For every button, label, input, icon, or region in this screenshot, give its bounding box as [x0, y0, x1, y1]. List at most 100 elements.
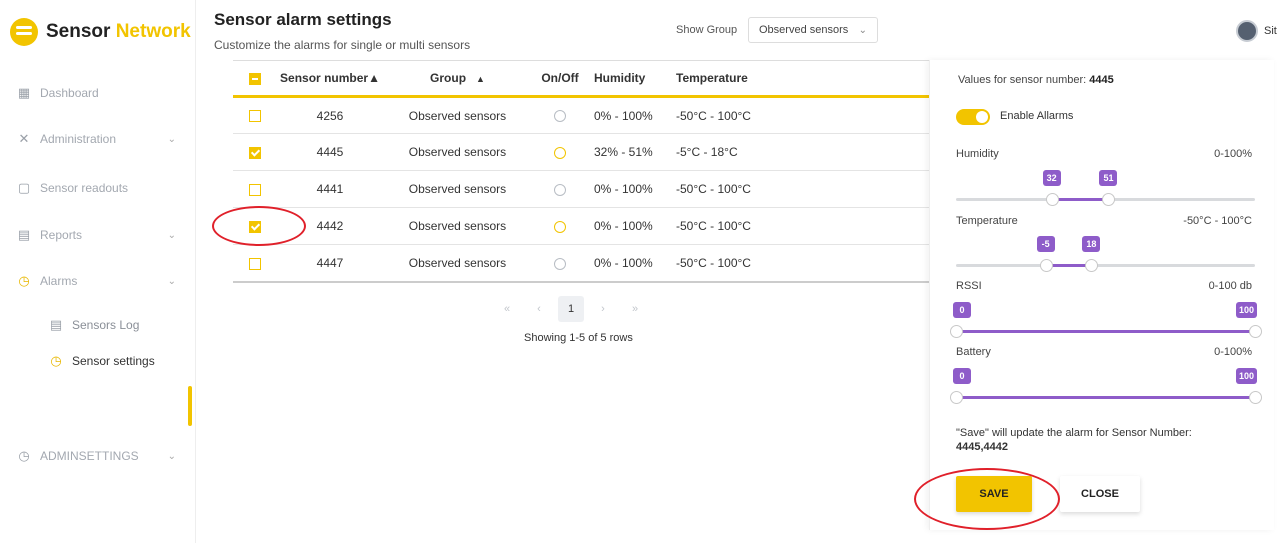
row-select-cell	[233, 170, 275, 208]
alarm-clock-icon[interactable]	[554, 146, 566, 159]
user-menu[interactable]: Sit	[1236, 20, 1277, 42]
battery-label: Battery	[956, 346, 991, 358]
temperature-slider[interactable]: -5 18	[956, 236, 1255, 272]
pagination-first-button[interactable]: «	[494, 296, 520, 322]
humidity-slider-fill	[1051, 198, 1109, 201]
sidebar-item-sensor-settings[interactable]: ◷ Sensor settings	[48, 348, 188, 374]
chevron-down-icon: ⌄	[167, 133, 176, 145]
chart-icon: ▢	[17, 180, 31, 195]
table-row[interactable]: 4445 Observed sensors 32% - 51% -5°C - 18°C	[233, 133, 929, 171]
save-note-text: "Save" will update the alarm for Sensor …	[956, 427, 1192, 439]
brand-name-a: Sensor	[46, 21, 111, 42]
column-header-humidity: Humidity	[590, 60, 676, 98]
row-checkbox[interactable]	[249, 110, 261, 123]
alarm-status-cell	[530, 244, 590, 283]
rssi-slider-low-thumb[interactable]	[950, 325, 963, 338]
pagination-page-1[interactable]: 1	[558, 296, 584, 322]
alarm-settings-icon: ◷	[50, 353, 62, 368]
alarm-status-cell	[530, 133, 590, 171]
rssi-slider-high-thumb[interactable]	[1249, 325, 1262, 338]
close-button[interactable]: CLOSE	[1060, 476, 1140, 512]
pagination-prev-button[interactable]: ‹	[526, 296, 552, 322]
avatar	[1236, 20, 1258, 42]
row-select-cell	[233, 96, 275, 134]
table-header-row: Sensor number▲ Group ▲ On/Off Humidity Te…	[233, 60, 929, 98]
humidity-slider-high-thumb[interactable]	[1102, 193, 1116, 206]
table-row[interactable]: 4447 Observed sensors 0% - 100% -50°C - 100…	[233, 244, 929, 283]
sensor-number-cell: 4445	[275, 133, 385, 171]
dashboard-icon: ▦	[17, 85, 31, 100]
alarm-status-cell	[530, 170, 590, 208]
sidebar-item-administration[interactable]: ✕ Administration ⌄	[16, 126, 186, 152]
temperature-cell: -5°C - 18°C	[676, 133, 929, 171]
temperature-cell: -50°C - 100°C	[676, 170, 929, 208]
row-select-cell	[233, 133, 275, 171]
battery-slider[interactable]: 0 100	[950, 368, 1262, 404]
sidebar-item-reports[interactable]: ▤ Reports ⌄	[16, 222, 186, 248]
active-indicator	[188, 386, 192, 426]
sidebar-item-sensor-readouts[interactable]: ▢ Sensor readouts	[16, 175, 186, 201]
table-row[interactable]: 4442 Observed sensors 0% - 100% -50°C - 100…	[233, 207, 929, 245]
group-cell: Observed sensors	[385, 244, 530, 283]
user-name: Sit	[1264, 25, 1277, 37]
page-title: Sensor alarm settings	[214, 10, 392, 29]
sidebar-item-sensors-log[interactable]: ▤ Sensors Log	[48, 312, 188, 338]
rssi-slider[interactable]: 0 100	[950, 302, 1262, 338]
group-cell: Observed sensors	[385, 207, 530, 245]
column-header-sensor-number[interactable]: Sensor number▲	[275, 60, 385, 98]
rssi-range: 0-100 db	[1208, 280, 1252, 292]
row-checkbox[interactable]	[249, 183, 261, 196]
save-note: "Save" will update the alarm for Sensor …	[956, 426, 1236, 454]
humidity-cell: 0% - 100%	[590, 244, 676, 283]
sidebar-item-alarms[interactable]: ◷ Alarms ⌄	[16, 268, 186, 294]
select-all-cell	[233, 60, 275, 98]
select-all-checkbox[interactable]	[249, 72, 261, 85]
panel-sensor-number: 4445	[1089, 74, 1114, 86]
sidebar-item-adminsettings[interactable]: ◷ ADMINSETTINGS ⌄	[16, 443, 186, 469]
battery-range: 0-100%	[1214, 346, 1252, 358]
sidebar-item-dashboard[interactable]: ▦ Dashboard	[16, 80, 186, 106]
group-filter-select[interactable]: Observed sensors ⌄	[748, 17, 878, 43]
humidity-slider-low-thumb[interactable]	[1045, 193, 1059, 206]
temperature-slider-high-thumb[interactable]	[1085, 259, 1099, 272]
sidebar-item-label: Sensor settings	[72, 354, 155, 368]
alarm-clock-icon[interactable]	[554, 183, 566, 196]
annotation-ellipse	[212, 206, 306, 246]
pagination-last-button[interactable]: »	[622, 296, 648, 322]
battery-slider-high-thumb[interactable]	[1249, 391, 1262, 404]
sensor-number-cell: 4447	[275, 244, 385, 283]
alarm-clock-icon[interactable]	[554, 220, 566, 233]
group-filter-label: Show Group	[676, 24, 738, 36]
battery-slider-low-thumb[interactable]	[950, 391, 963, 404]
column-header-on-off: On/Off	[530, 60, 590, 98]
pagination-summary: Showing 1-5 of 5 rows	[524, 332, 633, 344]
sidebar-item-label: ADMINSETTINGS	[40, 449, 139, 463]
column-header-group[interactable]: Group ▲	[385, 60, 530, 98]
row-checkbox[interactable]	[249, 257, 261, 270]
humidity-cell: 32% - 51%	[590, 133, 676, 171]
humidity-slider[interactable]: 32 51	[956, 170, 1255, 206]
temperature-range: -50°C - 100°C	[1183, 215, 1252, 227]
humidity-label: Humidity	[956, 148, 999, 160]
enable-alarms-toggle[interactable]	[956, 109, 990, 125]
table-row[interactable]: 4441 Observed sensors 0% - 100% -50°C - 100…	[233, 170, 929, 208]
sidebar-item-label: Sensors Log	[72, 318, 140, 332]
sensor-table: Sensor number▲ Group ▲ On/Off Humidity Te…	[233, 60, 929, 283]
brand-logo[interactable]: Sensor Network	[10, 18, 191, 46]
temperature-slider-low-thumb[interactable]	[1039, 259, 1053, 272]
log-icon: ▤	[49, 317, 63, 332]
annotation-ellipse	[914, 468, 1060, 530]
group-filter-value: Observed sensors	[759, 24, 849, 36]
row-checkbox[interactable]	[249, 146, 261, 159]
brand-name-b: Network	[115, 21, 191, 42]
chevron-down-icon: ⌄	[858, 24, 867, 36]
sidebar-item-label: Administration	[40, 132, 117, 146]
panel-title: Values for sensor number: 4445	[958, 74, 1114, 86]
battery-slider-low-value: 0	[953, 368, 971, 384]
pagination-next-button[interactable]: ›	[590, 296, 616, 322]
alarm-clock-icon[interactable]	[554, 110, 566, 123]
panel-title-label: Values for sensor number:	[958, 74, 1090, 86]
alarm-clock-icon[interactable]	[554, 257, 566, 270]
temperature-cell: -50°C - 100°C	[676, 96, 929, 134]
table-row[interactable]: 4256 Observed sensors 0% - 100% -50°C - 100…	[233, 96, 929, 134]
